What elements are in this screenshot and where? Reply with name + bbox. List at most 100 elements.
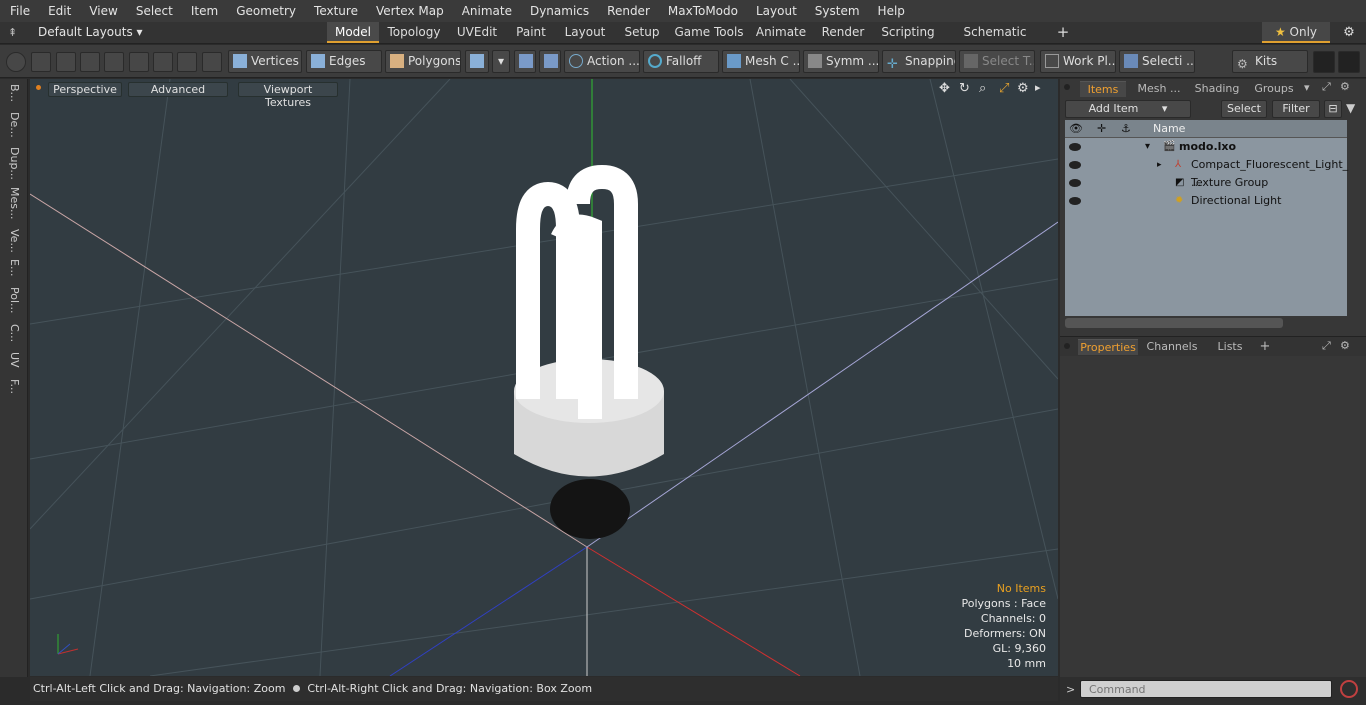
left-tab-edge[interactable]: E... [5, 259, 21, 276]
3d-viewport[interactable]: Perspective Advanced Viewport Textures ✥… [30, 79, 1058, 676]
command-input[interactable] [1080, 680, 1332, 698]
grid-icon[interactable] [129, 52, 149, 72]
item-row-scene[interactable]: ▾ 🎬 modo.lxo [1065, 138, 1347, 156]
edges-button[interactable]: Edges [306, 50, 382, 73]
expand-arrow-icon[interactable]: ▸ [1157, 156, 1162, 174]
item-row-directional-light[interactable]: ✹ Directional Light [1065, 192, 1347, 210]
item-list-scrollbar[interactable] [1065, 318, 1283, 328]
menu-animate[interactable]: Animate [452, 4, 520, 18]
collapse-icon[interactable]: ⊟ [1324, 100, 1342, 118]
tab-paint[interactable]: Paint [509, 22, 553, 43]
action-button[interactable]: Action ... [564, 50, 640, 73]
menu-layout[interactable]: Layout [746, 4, 805, 18]
funnel-icon[interactable]: ▼ [1346, 101, 1355, 115]
tab-animate[interactable]: Animate [751, 22, 811, 43]
left-tab-polygon[interactable]: Pol... [5, 287, 21, 314]
globe-icon[interactable] [31, 52, 51, 72]
align-icon[interactable] [104, 52, 124, 72]
left-tab-deform[interactable]: De... [5, 112, 21, 138]
falloff-button[interactable]: Falloff [643, 50, 719, 73]
shield-icon[interactable] [202, 52, 222, 72]
viewport-textures-button[interactable]: Viewport Textures [238, 82, 338, 109]
left-tab-basic[interactable]: B... [5, 84, 21, 102]
perspective-button[interactable]: Perspective [48, 82, 122, 97]
menu-view[interactable]: View [79, 4, 125, 18]
item-row-mesh[interactable]: ▸ ⅄ Compact_Fluorescent_Light_ ... [1065, 156, 1348, 189]
menu-help[interactable]: Help [868, 4, 913, 18]
eye-icon[interactable] [1069, 179, 1081, 187]
unreal-icon[interactable] [1338, 51, 1360, 73]
maximize-view-icon[interactable]: ⤢ [999, 81, 1009, 96]
item-row-texture-group[interactable]: ◩ Texture Group [1065, 174, 1347, 192]
menu-render[interactable]: Render [597, 4, 658, 18]
left-tab-uv[interactable]: UV [5, 352, 21, 368]
select-t-button[interactable]: Select T... [959, 50, 1035, 73]
tab-uvedit[interactable]: UVEdit [449, 22, 505, 43]
tab-lists[interactable]: Lists [1208, 339, 1252, 355]
tab-topology[interactable]: Topology [383, 22, 445, 43]
menu-item[interactable]: Item [181, 4, 226, 18]
panel-gear-icon[interactable]: ⚙ [1340, 80, 1350, 93]
menu-vertex-map[interactable]: Vertex Map [366, 4, 452, 18]
menu-dynamics[interactable]: Dynamics [520, 4, 597, 18]
expand-arrow-icon[interactable]: ▾ [1145, 138, 1150, 156]
tab-channels[interactable]: Channels [1144, 339, 1200, 355]
tab-shading[interactable]: Shading [1190, 81, 1244, 97]
sphere-icon[interactable] [177, 52, 197, 72]
menu-edit[interactable]: Edit [38, 4, 79, 18]
filter-button[interactable]: Filter [1272, 100, 1320, 118]
name-column-header[interactable]: Name [1153, 120, 1185, 138]
menu-texture[interactable]: Texture [304, 4, 366, 18]
tab-items[interactable]: Items [1080, 81, 1126, 97]
snapping-button[interactable]: ✛ Snapping [882, 50, 956, 73]
mesh-c-button[interactable]: Mesh C ... [722, 50, 800, 73]
polygons-button[interactable]: Polygons [385, 50, 461, 73]
item-mode-button[interactable] [465, 50, 489, 73]
transform-icon[interactable] [153, 52, 173, 72]
add-item-button[interactable]: Add Item ▾ [1065, 100, 1191, 118]
eye-icon[interactable] [1069, 143, 1081, 151]
only-toggle[interactable]: ★ Only [1262, 22, 1330, 43]
panel-dot-icon[interactable] [1064, 343, 1070, 349]
left-tab-mesh-edit[interactable]: Mes... [5, 187, 21, 219]
add-panel-tab-button[interactable]: + [1258, 339, 1272, 355]
menu-geometry[interactable]: Geometry [226, 4, 304, 18]
viewport-expand-icon[interactable]: ▸ [1035, 81, 1041, 94]
viewport-dot-icon[interactable] [36, 85, 41, 90]
symmetry-y-button[interactable] [539, 50, 561, 73]
tab-layout[interactable]: Layout [557, 22, 613, 43]
panel-expand-icon[interactable]: ⤢ [1322, 339, 1331, 353]
eye-icon[interactable] [1069, 197, 1081, 205]
tabs-dropdown-icon[interactable]: ▾ [1304, 81, 1310, 94]
tab-schematic-fusion[interactable]: Schematic Fusion [945, 22, 1045, 60]
left-tab-curve[interactable]: C... [5, 324, 21, 342]
add-tab-button[interactable]: + [1052, 22, 1074, 43]
panel-dot-icon[interactable] [1064, 84, 1070, 90]
move-view-icon[interactable]: ✥ [939, 81, 950, 96]
advanced-button[interactable]: Advanced [128, 82, 228, 97]
symm-button[interactable]: Symm ... [803, 50, 879, 73]
unity-icon[interactable] [1313, 51, 1335, 73]
work-plane-button[interactable]: Work Pl... [1040, 50, 1116, 73]
tab-setup[interactable]: Setup [617, 22, 667, 43]
tab-game-tools[interactable]: Game Tools [671, 22, 747, 43]
menu-select[interactable]: Select [126, 4, 181, 18]
pen-icon[interactable] [56, 52, 76, 72]
panel-gear-icon[interactable]: ⚙ [1340, 339, 1350, 352]
gear-icon[interactable]: ⚙ [1338, 22, 1360, 43]
menu-system[interactable]: System [805, 4, 868, 18]
record-icon[interactable] [1340, 680, 1358, 698]
tab-properties[interactable]: Properties [1078, 339, 1138, 355]
brush-icon[interactable] [80, 52, 100, 72]
menu-maxtomodo[interactable]: MaxToModo [658, 4, 746, 18]
select-circle-icon[interactable] [6, 52, 26, 72]
left-tab-vertex[interactable]: Ve... [5, 229, 21, 253]
rotate-view-icon[interactable]: ↻ [959, 81, 970, 96]
select-button[interactable]: Select [1221, 100, 1267, 118]
eye-icon[interactable] [1069, 161, 1081, 169]
tab-render[interactable]: Render [815, 22, 871, 43]
vertices-button[interactable]: Vertices [228, 50, 302, 73]
zoom-view-icon[interactable]: ⌕ [979, 81, 986, 96]
panel-expand-icon[interactable]: ⤢ [1322, 80, 1331, 94]
tab-mesh[interactable]: Mesh ... [1132, 81, 1186, 97]
